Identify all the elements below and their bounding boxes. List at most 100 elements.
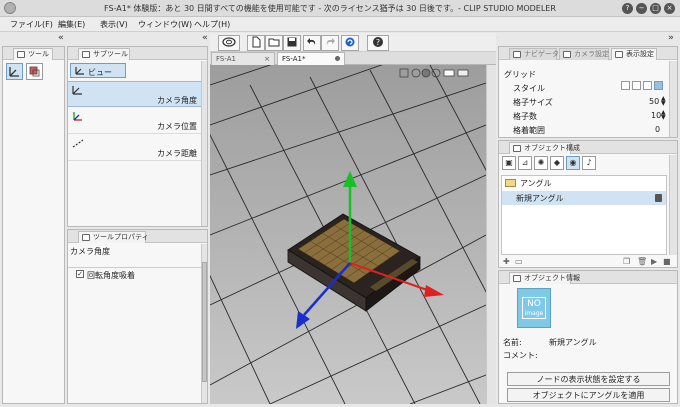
close-button[interactable]: × — [664, 3, 675, 14]
style-options[interactable] — [621, 81, 663, 90]
display-panel-header: ナビゲーター カメラ設定 表示設定 — [499, 47, 677, 60]
close-tab-icon[interactable]: × — [264, 53, 270, 65]
tool-panel-header: ツール — [3, 47, 64, 60]
subtool-item-camera-distance[interactable]: カメラ距離 — [68, 135, 201, 161]
menu-bar: ファイル(F) 編集(E) 表示(V) ウィンドウ(W) ヘルプ(H) — [0, 17, 680, 32]
apply-angle-button[interactable]: オブジェクトにアングルを適用 — [507, 388, 670, 402]
grid-count-value[interactable]: 10 — [651, 111, 661, 120]
collapse-left-icon[interactable]: « — [58, 33, 64, 43]
minimize-button[interactable]: − — [636, 3, 647, 14]
delete-item-icon[interactable]: 🗑 — [637, 257, 647, 266]
refresh-icon[interactable] — [341, 35, 359, 51]
subtool-item-label: カメラ角度 — [157, 96, 197, 105]
menu-view[interactable]: 表示(V) — [100, 19, 128, 30]
subtool-panel: サブツール ビュー カメラ角度 カメラ位置 カメラ距離 — [67, 46, 208, 227]
subtool-group-view[interactable]: ビュー — [70, 63, 126, 78]
object-thumbnail: NO image — [517, 288, 551, 328]
no-image-placeholder: NO image — [522, 297, 546, 319]
camera-category-icon[interactable]: ⊿ — [518, 156, 532, 170]
tab-object-info[interactable]: オブジェクト情報 — [509, 272, 580, 284]
grid-floor — [210, 65, 486, 404]
rotation-snap-checkbox[interactable]: ✓ — [76, 270, 84, 278]
maximize-button[interactable]: □ — [650, 3, 661, 14]
camera-distance-icon — [71, 137, 85, 151]
pose-category-icon[interactable]: ♪ — [582, 156, 596, 170]
angle-category-icon[interactable]: ◉ — [566, 156, 580, 170]
menu-edit[interactable]: 編集(E) — [58, 19, 85, 30]
objinfo-tab-icon — [513, 275, 521, 282]
style-option-2-icon[interactable] — [632, 81, 641, 90]
add-folder-icon[interactable]: ▭ — [515, 257, 523, 266]
toolprop-scrollbar[interactable] — [201, 244, 207, 403]
menu-window[interactable]: ウィンドウ(W) — [138, 19, 192, 30]
style-option-3-icon[interactable] — [643, 81, 652, 90]
tree-folder-label[interactable]: アングル — [520, 178, 552, 189]
doc-tab-fs-a1-active[interactable]: FS-A1* — [277, 52, 345, 65]
tab-display-settings[interactable]: 表示設定 — [611, 48, 657, 60]
objtree-scrollbar[interactable] — [669, 155, 677, 255]
set-node-visibility-button[interactable]: ノードの表示状態を設定する — [507, 372, 670, 386]
snap-range-value[interactable]: 0 — [655, 125, 660, 134]
tab-camera-settings[interactable]: カメラ設定 — [559, 48, 609, 60]
app-icon — [4, 2, 16, 14]
objinfo-panel-header: オブジェクト情報 — [499, 271, 677, 284]
copy-item-icon[interactable]: ❐ — [623, 257, 630, 266]
style-option-4-icon[interactable] — [654, 81, 663, 90]
camera-angle-icon — [71, 84, 85, 98]
tab-navigator[interactable]: ナビゲーター — [509, 48, 566, 60]
doc-tab-fs-a1[interactable]: FS-A1 × — [211, 52, 275, 65]
play-icon[interactable]: ▶ — [651, 257, 657, 266]
save-icon[interactable] — [283, 35, 301, 51]
grid-count-spinner-icon[interactable]: ▲ ▼ — [661, 110, 666, 121]
grid-size-value[interactable]: 50 — [649, 97, 659, 106]
stop-icon[interactable]: ■ — [663, 257, 671, 266]
view-group-icon — [74, 65, 86, 78]
toolprop-panel-header: ツールプロパティ — [68, 230, 207, 243]
redo-icon[interactable] — [321, 35, 339, 51]
subtool-scrollbar[interactable] — [201, 61, 207, 226]
tab-toolprop[interactable]: ツールプロパティ — [78, 231, 149, 243]
tree-bottom-toolbar: ✚ ▭ ❐ 🗑 ▶ ■ — [503, 257, 673, 267]
viewport-3d[interactable] — [210, 65, 486, 404]
collapse-right-icon[interactable]: » — [668, 33, 674, 43]
subtool-item-camera-angle[interactable]: カメラ角度 — [68, 81, 201, 107]
tab-camera-label: カメラ設定 — [574, 50, 609, 58]
tool-tab-icon — [17, 51, 25, 58]
tab-tool-label: ツール — [28, 50, 49, 58]
tree-item-new-angle[interactable]: 新規アングル — [502, 191, 666, 205]
clip-studio-icon[interactable] — [218, 35, 240, 51]
object-category-toolbar: ▣ ⊿ ✺ ◆ ◉ ♪ — [502, 156, 596, 170]
tab-subtool[interactable]: サブツール — [78, 48, 130, 60]
thumb-subtext: image — [524, 310, 544, 317]
tab-object-tree[interactable]: オブジェクト構成 — [509, 142, 580, 154]
camera-tool-icon[interactable] — [6, 63, 23, 80]
toolprop-scroll-thumb[interactable] — [202, 262, 207, 382]
display-scrollbar[interactable] — [669, 61, 677, 137]
viewport-scrollbar[interactable] — [486, 65, 496, 404]
lock-icon[interactable] — [655, 194, 662, 202]
help-window-button[interactable]: ? — [622, 3, 633, 14]
material-category-icon[interactable]: ◆ — [550, 156, 564, 170]
grid-size-spinner-icon[interactable]: ▲ ▼ — [661, 96, 666, 107]
camera-position-icon — [71, 110, 85, 124]
light-category-icon[interactable]: ✺ — [534, 156, 548, 170]
scene-category-icon[interactable]: ▣ — [502, 156, 516, 170]
undo-icon[interactable] — [303, 35, 321, 51]
collapse-subtool-icon[interactable]: « — [202, 33, 208, 43]
open-file-icon[interactable] — [265, 35, 283, 51]
toolprop-panel: ツールプロパティ カメラ角度 ✓ 回転角度吸着 — [67, 229, 208, 404]
menu-help[interactable]: ヘルプ(H) — [194, 19, 230, 30]
object-tool-icon[interactable] — [26, 63, 43, 80]
add-item-icon[interactable]: ✚ — [503, 257, 510, 266]
tab-tool[interactable]: ツール — [13, 48, 53, 60]
objtree-panel-header: オブジェクト構成 — [499, 141, 677, 154]
grid-section-title: グリッド — [504, 70, 536, 79]
help-icon[interactable]: ? — [367, 35, 389, 51]
subtool-item-camera-position[interactable]: カメラ位置 — [68, 108, 201, 134]
style-option-1-icon[interactable] — [621, 81, 630, 90]
comment-label: コメント: — [503, 351, 538, 360]
new-file-icon[interactable] — [247, 35, 265, 51]
snap-range-label: 格着範囲 — [513, 126, 545, 135]
name-value: 新規アングル — [549, 338, 597, 347]
menu-file[interactable]: ファイル(F) — [10, 19, 53, 30]
